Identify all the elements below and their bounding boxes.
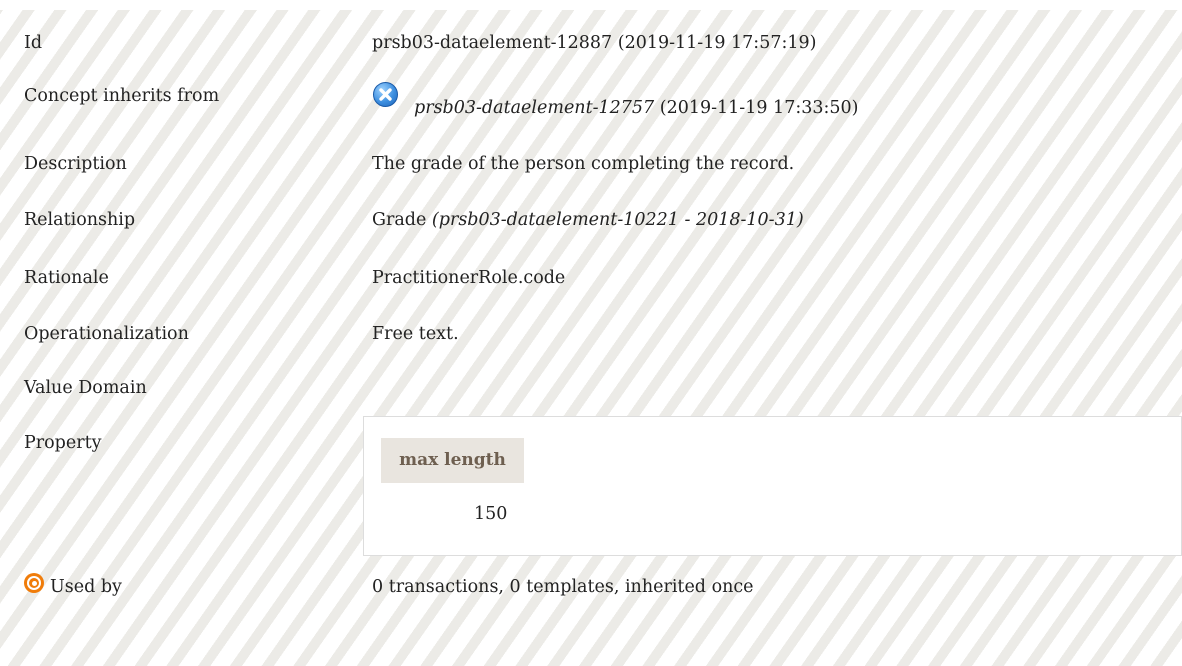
- inherit-badge-icon: [373, 82, 398, 107]
- id-value: prsb03-dataelement-12887 (2019-11-19 17:…: [372, 33, 817, 53]
- rationale-label: Rationale: [24, 268, 109, 288]
- description-label: Description: [24, 154, 127, 174]
- inherits-date: (2019-11-19 17:33:50): [659, 98, 859, 118]
- inherits-value: prsb03-dataelement-12757 (2019-11-19 17:…: [414, 98, 858, 118]
- property-value-max-length: 150: [474, 504, 508, 524]
- relationship-value: Grade (prsb03-dataelement-10221 - 2018-1…: [372, 210, 804, 230]
- value-domain-label: Value Domain: [24, 378, 147, 398]
- top-strip: [0, 0, 1182, 10]
- id-label: Id: [24, 33, 43, 53]
- operationalization-label: Operationalization: [24, 324, 189, 344]
- target-icon: [24, 573, 44, 593]
- inherits-ref-link[interactable]: prsb03-dataelement-12757: [414, 98, 654, 118]
- operationalization-value: Free text.: [372, 324, 459, 344]
- relationship-ref[interactable]: (prsb03-dataelement-10221 - 2018-10-31): [432, 210, 804, 230]
- description-value: The grade of the person completing the r…: [372, 154, 795, 174]
- inherits-label: Concept inherits from: [24, 86, 220, 106]
- rationale-value: PractitionerRole.code: [372, 268, 566, 288]
- used-by-value: 0 transactions, 0 templates, inherited o…: [372, 577, 754, 597]
- relationship-label: Relationship: [24, 210, 136, 230]
- property-table: max length 150: [363, 416, 1182, 556]
- property-label: Property: [24, 433, 102, 453]
- property-header-max-length: max length: [381, 438, 524, 483]
- relationship-name: Grade: [372, 210, 427, 230]
- used-by-label: Used by: [50, 577, 122, 597]
